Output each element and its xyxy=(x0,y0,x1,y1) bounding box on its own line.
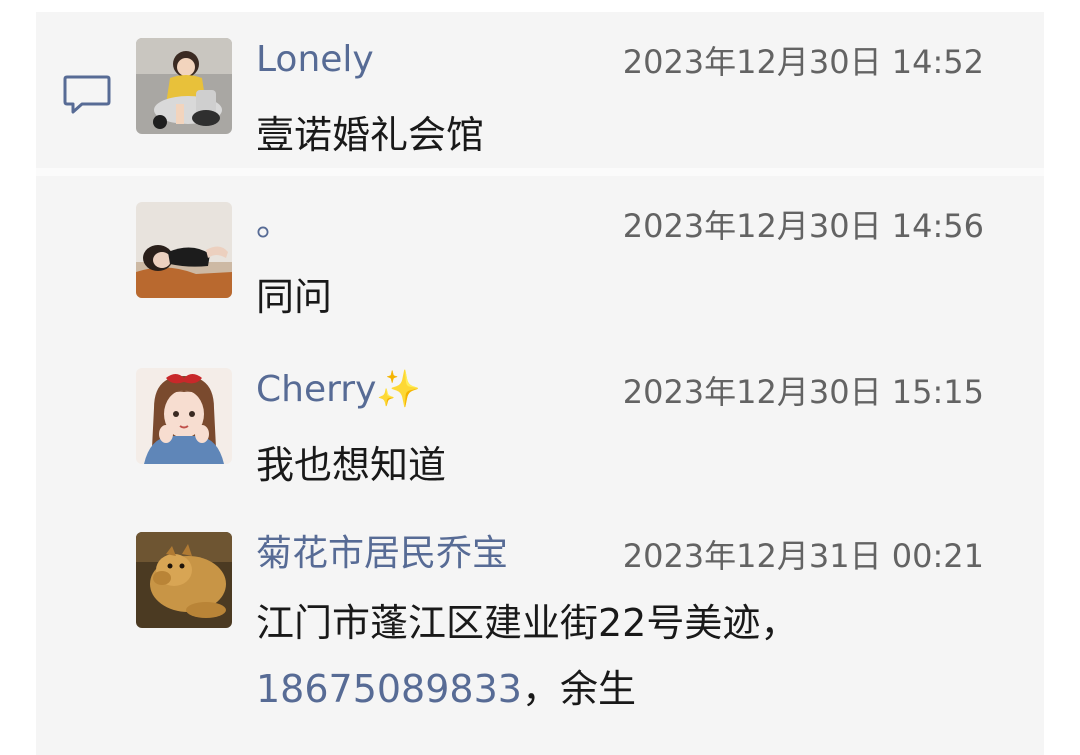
woman-lying-on-sofa-avatar[interactable] xyxy=(136,202,232,298)
phone-number-link[interactable]: 18675089833 xyxy=(256,667,522,711)
timestamp: 2023年12月30日 14:56 xyxy=(622,207,984,245)
comment-text: 江门市蓬江区建业街22号美迹， 18675089833，余生 xyxy=(256,590,996,722)
username[interactable]: Cherry✨ xyxy=(256,368,421,412)
comment-divider xyxy=(36,168,1044,176)
comment-text-suffix: ，余生 xyxy=(521,667,636,711)
timestamp: 2023年12月30日 14:52 xyxy=(622,43,984,81)
comment-text: 我也想知道 xyxy=(256,443,447,487)
toddler-on-ride-on-car-avatar[interactable] xyxy=(136,38,232,134)
comment-text: 壹诺婚礼会馆 xyxy=(256,113,485,157)
speech-bubble-icon xyxy=(62,74,112,116)
comment-text: 同问 xyxy=(256,275,333,319)
username[interactable]: 菊花市居民乔宝 xyxy=(256,532,508,576)
username[interactable]: 。 xyxy=(256,202,292,246)
username[interactable]: Lonely xyxy=(256,38,374,82)
timestamp: 2023年12月31日 00:21 xyxy=(622,537,984,575)
timestamp: 2023年12月30日 15:15 xyxy=(622,373,984,411)
dog-photo-avatar[interactable] xyxy=(136,532,232,628)
comment-text-address: 江门市蓬江区建业街22号美迹， xyxy=(256,601,799,645)
cartoon-girl-red-bow-avatar[interactable] xyxy=(136,368,232,464)
